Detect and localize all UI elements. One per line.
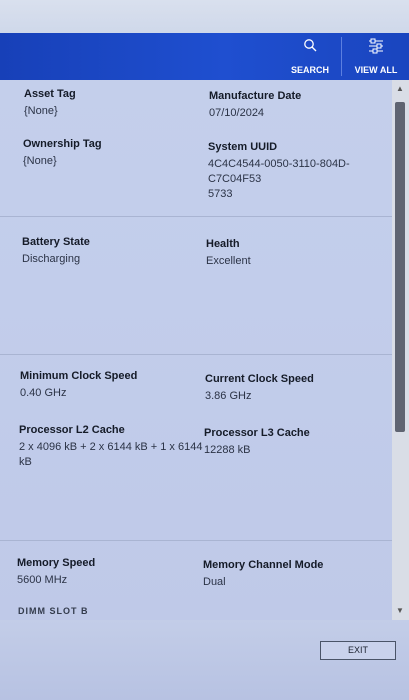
health-field: Health Excellent: [206, 238, 251, 269]
memory-speed-field: Memory Speed 5600 MHz: [17, 557, 95, 588]
memory-speed-label: Memory Speed: [17, 557, 96, 569]
header-bar: SEARCH VIEW ALL: [0, 33, 409, 80]
top-strip: [0, 0, 409, 33]
dimm-slot-label-cutoff: DIMM SLOT B: [18, 606, 89, 616]
health-label: Health: [206, 238, 240, 250]
system-uuid-field: System UUID 4C4C4544-0050-3110-804D-C7C0…: [208, 141, 392, 202]
system-uuid-value-line1: 4C4C4544-0050-3110-804D-C7C04F53: [208, 158, 350, 185]
min-clock-speed-field: Minimum Clock Speed 0.40 GHz: [20, 370, 137, 401]
view-all-button[interactable]: VIEW ALL: [347, 33, 405, 80]
l2-cache-value-line1: 2 x 4096 kB + 2 x 6144 kB + 1 x 6144: [19, 441, 203, 453]
l3-cache-value: 12288 kB: [204, 444, 251, 456]
battery-state-value: Discharging: [22, 253, 81, 265]
asset-tag-field: Asset Tag {None}: [24, 88, 76, 119]
memory-channel-label: Memory Channel Mode: [203, 559, 324, 571]
search-icon: [304, 39, 317, 52]
memory-speed-value: 5600 MHz: [17, 574, 68, 586]
system-uuid-value-line2: 5733: [208, 188, 233, 200]
footer-bar: [0, 620, 409, 700]
l3-cache-label: Processor L3 Cache: [204, 427, 310, 439]
l2-cache-field: Processor L2 Cache 2 x 4096 kB + 2 x 614…: [19, 424, 202, 470]
ownership-tag-label: Ownership Tag: [23, 138, 102, 150]
scroll-up-icon[interactable]: ▲: [396, 84, 404, 93]
current-clock-speed-label: Current Clock Speed: [205, 373, 314, 385]
header-separator: [341, 37, 342, 76]
asset-tag-value: {None}: [24, 105, 58, 117]
exit-button[interactable]: EXIT: [320, 641, 396, 660]
search-label: SEARCH: [290, 65, 329, 75]
ownership-tag-value: {None}: [23, 155, 57, 167]
system-info-panel: Asset Tag {None} Manufacture Date 07/10/…: [0, 80, 392, 620]
min-clock-speed-value: 0.40 GHz: [20, 387, 67, 399]
l3-cache-field: Processor L3 Cache 12288 kB: [204, 427, 310, 458]
system-uuid-label: System UUID: [208, 141, 278, 153]
min-clock-speed-label: Minimum Clock Speed: [20, 370, 138, 382]
manufacture-date-value: 07/10/2024: [209, 107, 265, 119]
current-clock-speed-field: Current Clock Speed 3.86 GHz: [205, 373, 314, 404]
scroll-down-icon[interactable]: ▼: [396, 606, 404, 615]
health-value: Excellent: [206, 255, 251, 267]
section-divider: [0, 216, 392, 217]
l2-cache-label: Processor L2 Cache: [19, 424, 125, 436]
section-divider: [0, 354, 392, 355]
battery-state-label: Battery State: [22, 236, 90, 248]
view-all-label: VIEW ALL: [354, 65, 398, 75]
search-button[interactable]: SEARCH: [284, 33, 336, 80]
manufacture-date-label: Manufacture Date: [209, 90, 302, 102]
current-clock-speed-value: 3.86 GHz: [205, 390, 252, 402]
section-divider: [0, 540, 392, 541]
asset-tag-label: Asset Tag: [24, 88, 76, 100]
scrollbar-thumb[interactable]: [395, 102, 405, 432]
memory-channel-value: Dual: [203, 576, 226, 588]
ownership-tag-field: Ownership Tag {None}: [23, 138, 102, 169]
manufacture-date-field: Manufacture Date 07/10/2024: [209, 90, 301, 121]
memory-channel-field: Memory Channel Mode Dual: [203, 559, 323, 590]
battery-state-field: Battery State Discharging: [22, 236, 90, 267]
sliders-icon: [369, 38, 383, 54]
l2-cache-value-line2: kB: [19, 456, 32, 468]
